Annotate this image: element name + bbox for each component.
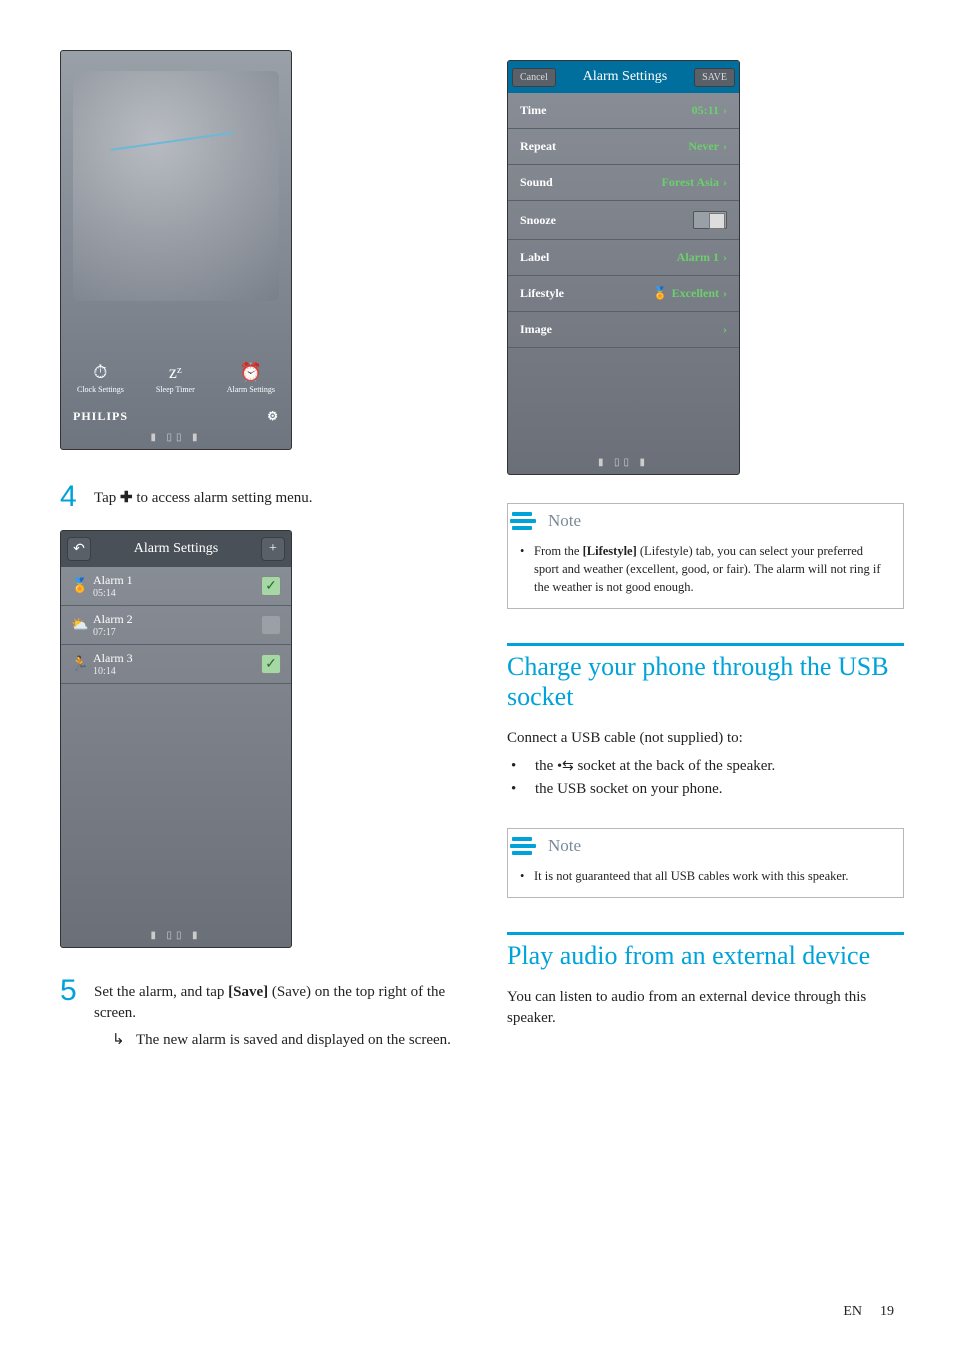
- step-5: 5 Set the alarm, and tap [Save] (Save) o…: [60, 974, 457, 1051]
- brand-label: PHILIPS: [73, 409, 128, 424]
- page-number: 19: [880, 1304, 894, 1319]
- chevron-right-icon: ›: [723, 322, 727, 337]
- page-indicator: ▮ ▯▯ ▮: [61, 930, 291, 941]
- save-button: SAVE: [694, 68, 735, 87]
- cloud-icon: ⛅: [71, 617, 93, 634]
- checkbox-icon: [261, 615, 281, 635]
- cancel-button: Cancel: [512, 68, 556, 87]
- alarm-list-screenshot: ↶ Alarm Settings + 🏅 Alarm 105:14 ✓ ⛅ Al…: [60, 530, 292, 948]
- note-title: Note: [548, 836, 581, 856]
- repeat-row: RepeatNever›: [508, 129, 739, 165]
- add-alarm-button: +: [261, 537, 285, 561]
- chevron-right-icon: ›: [723, 103, 727, 118]
- clock-app-screenshot: ⏱Clock Settings zᶻSleep Timer ⏰Alarm Set…: [60, 50, 292, 450]
- alarm-gear-icon: ⏰: [227, 362, 275, 383]
- note-box: Note It is not guaranteed that all USB c…: [507, 828, 904, 898]
- checkbox-icon: ✓: [261, 654, 281, 674]
- plus-icon: ✚: [120, 490, 133, 506]
- note-icon: [508, 835, 538, 857]
- image-row: Image›: [508, 312, 739, 348]
- lifestyle-row: Lifestyle🏅Excellent›: [508, 276, 739, 312]
- screen-title: Alarm Settings: [134, 541, 218, 557]
- bullet-item: the USB socket on your phone.: [511, 778, 904, 801]
- sound-row: SoundForest Asia›: [508, 165, 739, 201]
- alarm-row: ⛅ Alarm 207:17: [61, 606, 291, 645]
- alarm-detail-screenshot: Cancel Alarm Settings SAVE Time05:11› Re…: [507, 60, 740, 475]
- step-number: 4: [60, 480, 94, 514]
- chevron-right-icon: ›: [723, 250, 727, 265]
- checkbox-icon: ✓: [261, 576, 281, 596]
- section-divider: [507, 932, 904, 935]
- chevron-right-icon: ›: [723, 286, 727, 301]
- alarm-row: 🏃 Alarm 310:14 ✓: [61, 645, 291, 684]
- screen-title: Alarm Settings: [583, 69, 667, 85]
- step-4: 4 Tap ✚ to access alarm setting menu.: [60, 480, 457, 514]
- note-title: Note: [548, 511, 581, 531]
- chevron-right-icon: ›: [723, 175, 727, 190]
- page-indicator: ▮ ▯▯ ▮: [61, 432, 291, 443]
- tab-alarm-settings: ⏰Alarm Settings: [227, 362, 275, 394]
- note-text: It is not guaranteed that all USB cables…: [520, 867, 891, 885]
- note-text: From the [Lifestyle] (Lifestyle) tab, yo…: [520, 542, 891, 596]
- bullet-item: the •⇆ socket at the back of the speaker…: [511, 755, 904, 778]
- tab-clock-settings: ⏱Clock Settings: [77, 362, 124, 394]
- medal-icon: 🏅: [653, 286, 668, 301]
- section-heading-charge: Charge your phone through the USB socket: [507, 652, 904, 712]
- page-footer: EN 19: [843, 1304, 894, 1320]
- snooze-row: Snooze: [508, 201, 739, 240]
- step-number: 5: [60, 974, 94, 1008]
- back-button: ↶: [67, 537, 91, 561]
- runner-icon: 🏃: [71, 656, 93, 673]
- chevron-right-icon: ›: [723, 139, 727, 154]
- note-icon: [508, 510, 538, 532]
- analog-clock-face: [73, 71, 279, 301]
- clock-gear-icon: ⏱: [77, 362, 124, 383]
- medal-icon: 🏅: [71, 578, 93, 595]
- result-arrow-icon: ↳: [112, 1030, 136, 1051]
- note-box: Note From the [Lifestyle] (Lifestyle) ta…: [507, 503, 904, 609]
- gear-icon: ⚙: [267, 409, 279, 424]
- time-row: Time05:11›: [508, 93, 739, 129]
- alarm-row: 🏅 Alarm 105:14 ✓: [61, 567, 291, 606]
- label-row: LabelAlarm 1›: [508, 240, 739, 276]
- intro-text: Connect a USB cable (not supplied) to:: [507, 728, 904, 749]
- page-indicator: ▮ ▯▯ ▮: [508, 457, 739, 468]
- tab-sleep-timer: zᶻSleep Timer: [156, 362, 195, 394]
- language-label: EN: [843, 1304, 862, 1319]
- zz-icon: zᶻ: [156, 362, 195, 383]
- section-heading-play: Play audio from an external device: [507, 941, 904, 971]
- body-text: You can listen to audio from an external…: [507, 987, 904, 1029]
- usb-icon: •⇆: [557, 756, 574, 777]
- section-divider: [507, 643, 904, 646]
- toggle-switch: [693, 211, 727, 229]
